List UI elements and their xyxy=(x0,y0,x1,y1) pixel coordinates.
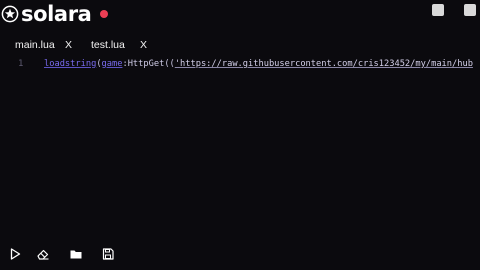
code-string: 'https://raw.githubusercontent.com/cris1… xyxy=(174,59,473,69)
clear-button[interactable] xyxy=(31,242,55,266)
save-file-button[interactable] xyxy=(96,242,120,266)
code-line[interactable]: loadstring(game:HttpGet(('https://raw.gi… xyxy=(44,57,480,71)
save-icon xyxy=(102,248,114,260)
tab-bar: main.lua X test.lua X xyxy=(0,36,480,54)
code-function: loadstring xyxy=(44,59,97,69)
eraser-icon xyxy=(37,249,49,260)
code-object: game xyxy=(101,59,123,69)
tab-close-button[interactable]: X xyxy=(65,36,72,54)
play-icon xyxy=(10,248,21,260)
code-method: HttpGet xyxy=(127,59,165,69)
folder-icon xyxy=(70,250,82,259)
tab-label: main.lua xyxy=(15,39,55,51)
close-button[interactable] xyxy=(464,4,476,16)
line-number: 1 xyxy=(18,59,24,69)
tab-label: test.lua xyxy=(91,39,125,51)
execute-button[interactable] xyxy=(3,242,27,266)
minimize-button[interactable] xyxy=(432,4,444,16)
open-file-button[interactable] xyxy=(64,242,88,266)
bottom-toolbar xyxy=(0,241,480,270)
status-dot xyxy=(100,10,108,18)
code-editor[interactable]: 1 loadstring(game:HttpGet(('https://raw.… xyxy=(0,56,480,236)
app-title: solara xyxy=(21,2,92,26)
tab-close-button[interactable]: X xyxy=(140,36,147,54)
title-bar: solara xyxy=(0,0,480,32)
code-paren: (( xyxy=(164,59,175,69)
tab-test-lua[interactable]: test.lua X xyxy=(91,36,147,54)
tab-main-lua[interactable]: main.lua X xyxy=(15,36,72,54)
star-badge-icon xyxy=(1,5,19,23)
